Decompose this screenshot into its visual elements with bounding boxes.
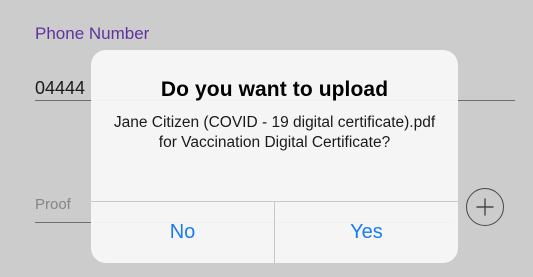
yes-button[interactable]: Yes (275, 202, 458, 263)
no-button[interactable]: No (91, 202, 274, 263)
upload-confirm-dialog: Do you want to upload Jane Citizen (COVI… (91, 50, 458, 263)
dialog-message: Jane Citizen (COVID - 19 digital certifi… (113, 114, 436, 151)
dialog-actions: No Yes (91, 202, 458, 263)
dialog-title: Do you want to upload (160, 78, 389, 101)
